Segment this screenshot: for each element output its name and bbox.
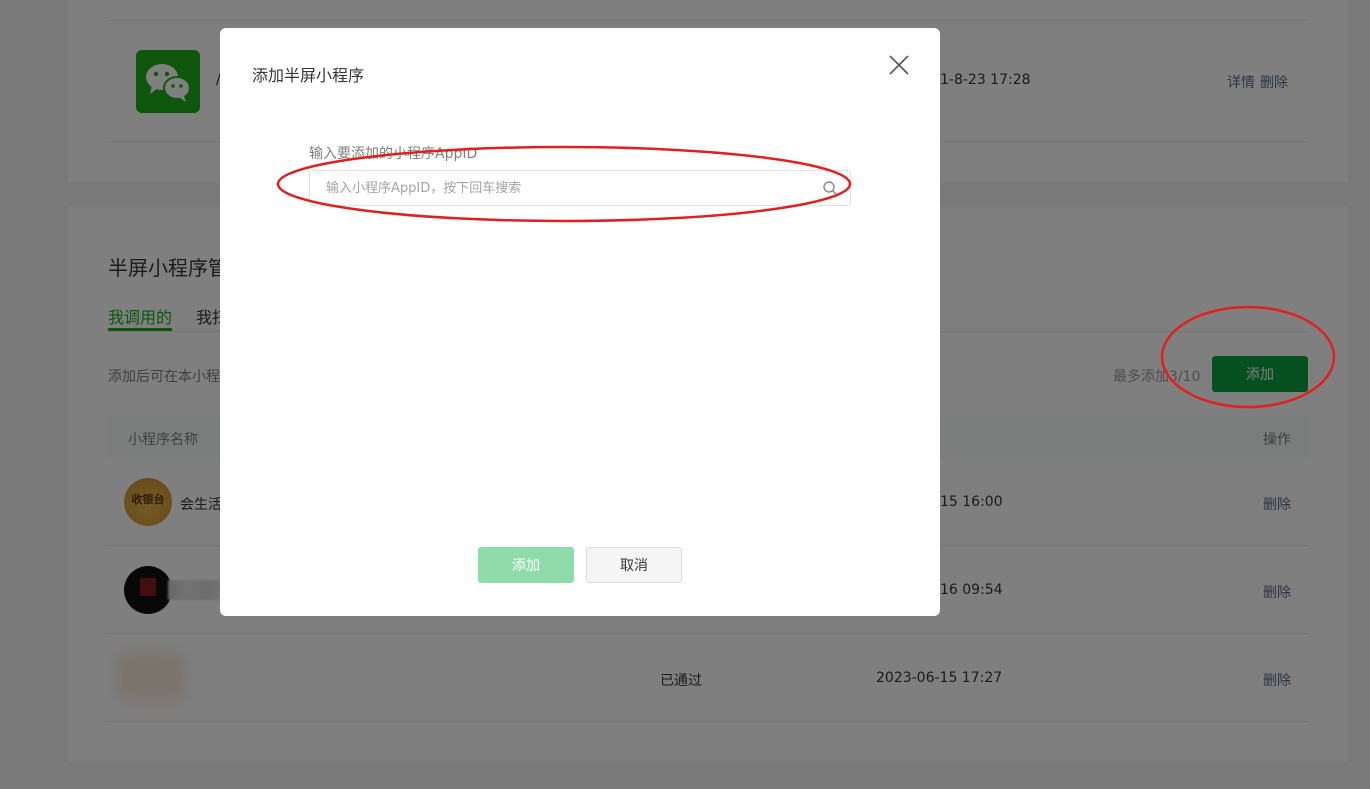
search-icon[interactable] <box>822 180 838 196</box>
confirm-add-button[interactable]: 添加 <box>478 547 574 583</box>
appid-search-box <box>309 170 851 206</box>
appid-search-input[interactable] <box>326 171 816 205</box>
appid-field-label: 输入要添加的小程序AppID <box>309 146 478 162</box>
dialog-title: 添加半屏小程序 <box>252 66 365 85</box>
close-icon[interactable] <box>888 54 910 76</box>
add-half-screen-dialog: 添加半屏小程序 输入要添加的小程序AppID 添加 取消 <box>220 28 940 616</box>
cancel-button[interactable]: 取消 <box>586 547 682 583</box>
